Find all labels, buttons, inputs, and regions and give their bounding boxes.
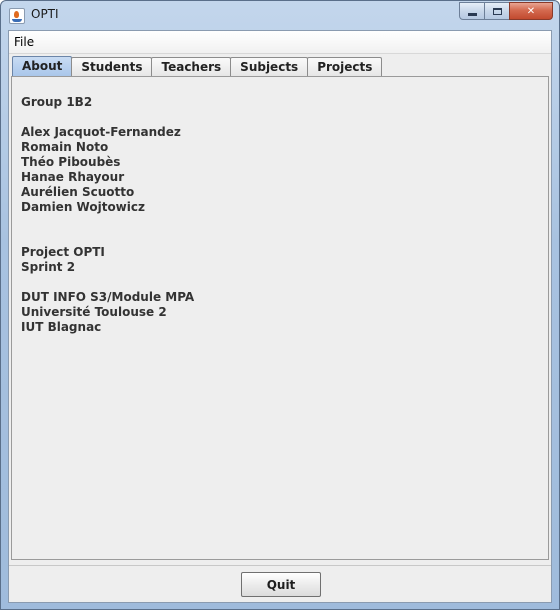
menu-bar: File	[9, 31, 551, 54]
about-panel: Group 1B2 Alex Jacquot-Fernandez Romain …	[11, 76, 549, 560]
tab-strip: About Students Teachers Subjects Project…	[12, 56, 383, 76]
member-name: Aurélien Scuotto	[21, 185, 135, 199]
minimize-icon	[467, 12, 477, 16]
course-label: DUT INFO S3/Module MPA	[21, 290, 195, 304]
client-area: File About Students Teachers Subjects Pr…	[8, 30, 552, 603]
app-window: OPTI ✕ File About Students Teachers Subj…	[0, 0, 560, 610]
sprint-label: Sprint 2	[21, 260, 76, 274]
window-controls: ✕	[459, 2, 553, 20]
member-name: Alex Jacquot-Fernandez	[21, 125, 181, 139]
footer-divider	[9, 565, 551, 566]
maximize-icon	[492, 7, 502, 15]
tab-subjects[interactable]: Subjects	[230, 57, 309, 76]
institute-label: IUT Blagnac	[21, 320, 102, 334]
tab-projects[interactable]: Projects	[307, 57, 383, 76]
maximize-button[interactable]	[484, 2, 510, 20]
member-name: Hanae Rhayour	[21, 170, 125, 184]
tab-teachers[interactable]: Teachers	[151, 57, 232, 76]
member-name: Théo Piboubès	[21, 155, 121, 169]
about-text: Group 1B2 Alex Jacquot-Fernandez Romain …	[21, 95, 194, 335]
project-name: Project OPTI	[21, 245, 105, 259]
close-button[interactable]: ✕	[509, 2, 553, 20]
quit-button[interactable]: Quit	[241, 572, 321, 597]
university-label: Université Toulouse 2	[21, 305, 167, 319]
java-cup-icon	[9, 8, 25, 24]
tab-about[interactable]: About	[12, 56, 73, 76]
menu-file[interactable]: File	[14, 35, 34, 49]
minimize-button[interactable]	[459, 2, 485, 20]
window-title: OPTI	[31, 7, 59, 21]
tab-students[interactable]: Students	[71, 57, 153, 76]
close-icon: ✕	[526, 5, 536, 17]
group-name: Group 1B2	[21, 95, 93, 109]
member-name: Damien Wojtowicz	[21, 200, 145, 214]
title-bar[interactable]: OPTI ✕	[1, 1, 559, 29]
member-name: Romain Noto	[21, 140, 109, 154]
